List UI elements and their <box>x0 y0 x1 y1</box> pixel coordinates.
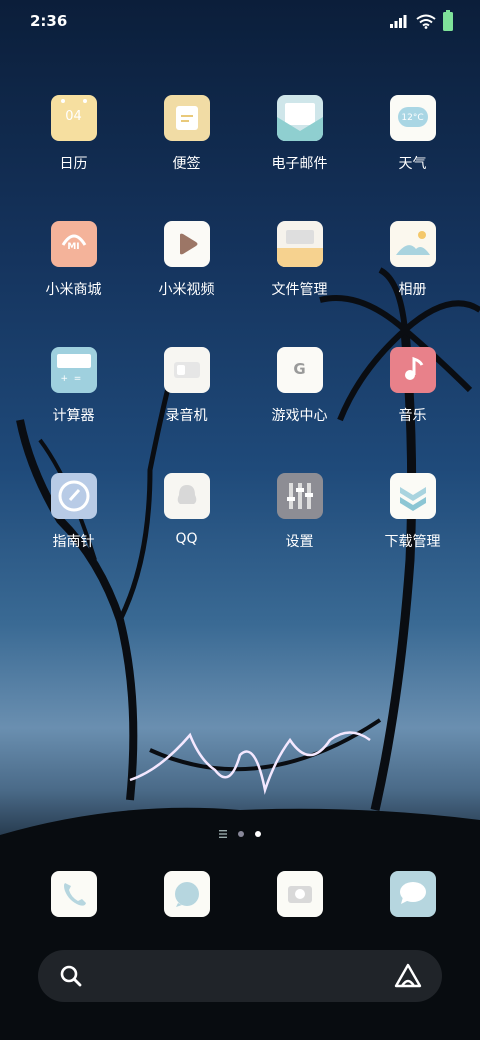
app-music[interactable]: 音乐 <box>356 347 469 425</box>
app-label: 小米视频 <box>158 282 215 298</box>
app-calendar[interactable]: 04 日历 <box>17 95 130 173</box>
battery-icon <box>443 10 453 31</box>
app-recorder[interactable]: 录音机 <box>130 347 243 425</box>
app-label: 指南针 <box>52 534 95 550</box>
app-email[interactable]: 电子邮件 <box>243 95 356 173</box>
music-icon <box>389 347 436 393</box>
camera-icon <box>276 871 323 917</box>
assistant-icon[interactable] <box>394 962 422 990</box>
app-calculator[interactable]: + = 计算器 <box>17 347 130 425</box>
app-settings[interactable]: 设置 <box>243 473 356 551</box>
mi-video-icon <box>163 221 210 267</box>
app-qq[interactable]: QQ <box>130 473 243 547</box>
page-list-icon <box>219 830 227 838</box>
chat-icon <box>389 871 436 917</box>
dock <box>17 871 469 917</box>
search-icon <box>60 965 82 987</box>
dock-phone[interactable] <box>17 871 130 917</box>
dock-messages[interactable] <box>130 871 243 917</box>
calendar-icon: 04 <box>50 95 97 141</box>
dock-camera[interactable] <box>243 871 356 917</box>
gallery-icon <box>389 221 436 267</box>
dock-chat[interactable] <box>356 871 469 917</box>
app-label: 文件管理 <box>271 282 328 298</box>
mi-store-icon: MI <box>50 221 97 267</box>
app-label: 计算器 <box>52 408 95 424</box>
app-label: 小米商城 <box>45 282 102 298</box>
wifi-icon <box>416 14 436 29</box>
app-label: 相册 <box>398 282 427 298</box>
app-label: 天气 <box>398 156 427 172</box>
app-label: 设置 <box>285 534 314 550</box>
file-manager-icon <box>276 221 323 267</box>
signal-icon <box>390 15 407 28</box>
app-compass[interactable]: 指南针 <box>17 473 130 551</box>
app-label: 音乐 <box>398 408 427 424</box>
page-indicator[interactable] <box>0 830 480 838</box>
download-icon <box>389 473 436 519</box>
weather-icon: 12°C <box>389 95 436 141</box>
messages-icon <box>163 871 210 917</box>
search-bar[interactable] <box>38 950 442 1002</box>
recorder-icon <box>163 347 210 393</box>
status-time: 2:36 <box>30 12 68 30</box>
status-bar: 2:36 <box>0 0 480 42</box>
app-gallery[interactable]: 相册 <box>356 221 469 299</box>
app-download[interactable]: 下载管理 <box>356 473 469 551</box>
app-file-manager[interactable]: 文件管理 <box>243 221 356 299</box>
phone-icon <box>50 871 97 917</box>
app-weather[interactable]: 12°C 天气 <box>356 95 469 173</box>
notes-icon <box>163 95 210 141</box>
settings-icon <box>276 473 323 519</box>
app-label: 日历 <box>59 156 88 172</box>
app-label: 电子邮件 <box>271 156 328 172</box>
app-label: 便签 <box>172 156 201 172</box>
page-dot <box>238 831 244 837</box>
app-label: 录音机 <box>165 408 208 424</box>
compass-icon <box>50 473 97 519</box>
app-label: QQ <box>175 531 198 547</box>
app-notes[interactable]: 便签 <box>130 95 243 173</box>
qq-icon <box>163 473 210 519</box>
calculator-icon: + = <box>50 347 97 393</box>
page-dot-active <box>255 831 261 837</box>
app-game-center[interactable]: G 游戏中心 <box>243 347 356 425</box>
app-label: 游戏中心 <box>271 408 328 424</box>
app-label: 下载管理 <box>384 534 441 550</box>
game-center-icon: G <box>276 347 323 393</box>
email-icon <box>276 95 323 141</box>
app-mi-store[interactable]: MI 小米商城 <box>17 221 130 299</box>
app-mi-video[interactable]: 小米视频 <box>130 221 243 299</box>
